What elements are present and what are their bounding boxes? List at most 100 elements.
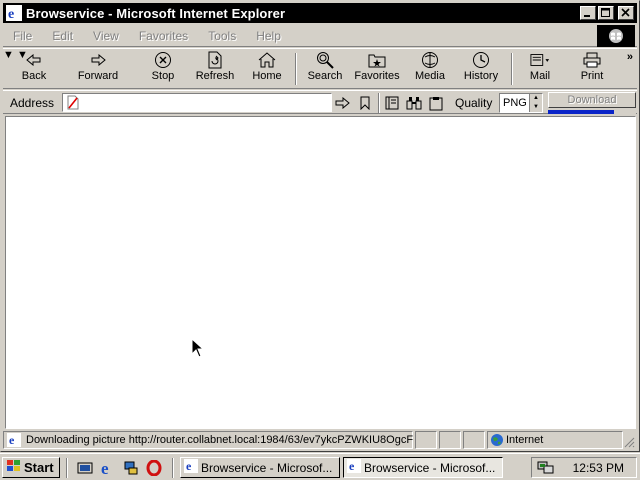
spin-down-icon[interactable]: ▼ [530, 103, 542, 112]
back-label: Back [21, 70, 47, 82]
status-panel [463, 431, 485, 449]
broken-page-icon [66, 95, 80, 113]
favorites-folder-icon [367, 51, 387, 69]
windows-flag-icon [6, 459, 22, 476]
title-bar[interactable]: e Browservice - Microsoft Internet Explo… [3, 3, 637, 23]
home-button[interactable]: Home [249, 51, 285, 87]
go-arrow-icon[interactable] [334, 94, 352, 112]
svg-text:e: e [186, 459, 192, 473]
status-panel [439, 431, 461, 449]
launch-network-icon[interactable] [122, 459, 140, 477]
quality-value: PNG [503, 97, 527, 109]
media-button[interactable]: Media [412, 51, 448, 87]
taskbar-window-button[interactable]: e Browservice - Microsof... [180, 457, 340, 478]
status-main-panel: e Downloading picture http://router.coll… [3, 431, 413, 449]
download-button[interactable]: Download [548, 92, 636, 108]
address-input[interactable] [62, 93, 332, 112]
minimize-button[interactable] [580, 6, 596, 20]
stop-button[interactable]: Stop [147, 51, 179, 87]
address-label: Address [10, 96, 55, 110]
mail-button[interactable]: Mail [521, 51, 559, 87]
menu-file[interactable]: File [3, 29, 42, 43]
page-loading-icon: e [7, 433, 21, 450]
print-button[interactable]: Print [575, 51, 609, 87]
forward-arrow-icon [88, 51, 108, 69]
download-progress-fill [548, 110, 614, 114]
mail-icon [530, 51, 550, 69]
refresh-label: Refresh [195, 70, 235, 82]
page-content-area[interactable] [5, 116, 636, 429]
back-dropdown-icon[interactable]: ▼ [3, 49, 14, 61]
security-zone-panel: Internet [487, 431, 623, 449]
history-label: History [463, 70, 499, 82]
refresh-icon [205, 51, 225, 69]
taskbar-separator [172, 458, 174, 478]
stop-label: Stop [151, 70, 175, 82]
favorites-label: Favorites [354, 70, 400, 82]
window-title: Browservice - Microsoft Internet Explore… [26, 5, 286, 21]
start-label: Start [24, 460, 54, 475]
back-arrow-icon [24, 51, 44, 69]
task-label: Browservice - Microsof... [201, 460, 333, 475]
globe-icon [490, 433, 504, 450]
quality-label: Quality [455, 96, 493, 110]
status-text: Downloading picture http://router.collab… [26, 434, 414, 446]
refresh-button[interactable]: Refresh [193, 51, 237, 87]
media-icon [420, 51, 440, 69]
opera-browser-icon[interactable] [145, 459, 163, 477]
home-icon [257, 51, 277, 69]
favorites-button[interactable]: Favorites [352, 51, 402, 87]
security-zone-text: Internet [506, 434, 544, 446]
stop-icon [153, 51, 173, 69]
bookmark-icon[interactable] [356, 94, 374, 112]
search-label: Search [307, 70, 343, 82]
print-label: Print [580, 70, 604, 82]
show-desktop-icon[interactable] [76, 459, 94, 477]
search-icon [315, 51, 335, 69]
clock[interactable]: 12:53 PM [573, 461, 624, 475]
mail-label: Mail [529, 70, 551, 82]
home-label: Home [252, 70, 282, 82]
start-button[interactable]: Start [2, 457, 60, 478]
back-button[interactable]: Back [17, 51, 51, 87]
taskbar-separator [66, 458, 68, 478]
maximize-button[interactable] [598, 6, 614, 20]
media-label: Media [415, 70, 445, 82]
search-button[interactable]: Search [306, 51, 344, 87]
history-icon [471, 51, 491, 69]
menu-view[interactable]: View [83, 29, 129, 43]
svg-text:e: e [9, 433, 15, 447]
quality-spinner[interactable]: ▲ ▼ [529, 94, 542, 112]
mouse-pointer-icon [191, 337, 205, 361]
toolbar-separator [295, 53, 297, 85]
menu-edit[interactable]: Edit [42, 29, 83, 43]
status-panel [415, 431, 437, 449]
spin-up-icon[interactable]: ▲ [530, 94, 542, 103]
clipboard-icon[interactable] [427, 94, 445, 112]
windows-logo-throbber [597, 25, 635, 47]
address-bar: Address Quality PNG ▲ ▼ Download [3, 90, 637, 114]
history-button[interactable]: History [461, 51, 501, 87]
forward-button[interactable]: Forward [75, 51, 121, 87]
desktop: e Browservice - Microsoft Internet Explo… [0, 0, 640, 480]
book-icon[interactable] [383, 94, 401, 112]
address-separator [378, 93, 380, 113]
launch-internet-explorer-icon[interactable]: e [99, 459, 117, 477]
resize-grip-icon[interactable] [623, 436, 635, 451]
svg-text:e: e [8, 7, 14, 21]
svg-text:e: e [349, 459, 355, 473]
menu-help[interactable]: Help [246, 29, 291, 43]
internet-explorer-icon[interactable]: e [6, 5, 22, 22]
taskbar-window-button-active[interactable]: e Browservice - Microsof... [343, 457, 503, 478]
internet-explorer-icon: e [184, 459, 198, 476]
menu-tools[interactable]: Tools [198, 29, 246, 43]
status-bar: e Downloading picture http://router.coll… [3, 430, 637, 450]
network-connection-icon[interactable] [537, 459, 555, 478]
close-button[interactable] [618, 6, 634, 20]
standard-toolbar: Back ▼ Forward ▼ Stop Refresh Home Searc… [3, 48, 637, 89]
binoculars-icon[interactable] [405, 94, 423, 112]
menu-favorites[interactable]: Favorites [129, 29, 198, 43]
quality-select[interactable]: PNG ▲ ▼ [499, 93, 543, 113]
toolbar-overflow-chevron-icon[interactable]: » [627, 51, 633, 63]
printer-icon [582, 51, 602, 69]
